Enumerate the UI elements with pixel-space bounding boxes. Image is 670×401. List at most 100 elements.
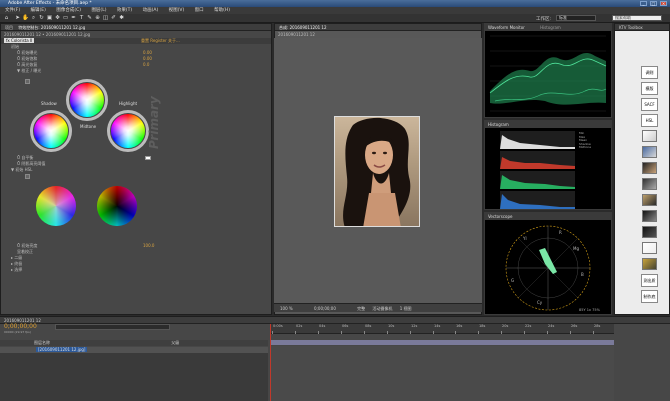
fx-row-initial-hsl[interactable]: ▼ 初始 HSL <box>1 167 271 173</box>
help-search-input[interactable]: 搜索帮助 <box>612 15 662 21</box>
menu-animation[interactable]: 动画(A) <box>143 8 159 13</box>
ruler-label: 06s <box>342 324 349 328</box>
fx-row-select[interactable]: ▸ 选择 <box>1 267 271 273</box>
vectorscope-graph: R Mg B Cy G Yl 85Y 1x 75% <box>505 225 601 312</box>
toolbox-thumb-6[interactable] <box>642 210 657 222</box>
minimize-button[interactable]: _ <box>640 1 647 6</box>
ruler-label: 16s <box>456 324 463 328</box>
ruler-tick <box>364 331 365 334</box>
brush-tool-icon[interactable]: ✎ <box>86 15 93 22</box>
toolbox-button-make[interactable]: 制作底 <box>641 290 658 303</box>
menu-window[interactable]: 窗口 <box>195 8 204 13</box>
menu-help[interactable]: 帮助(H) <box>214 8 230 13</box>
ruler-tick <box>455 331 456 334</box>
layer-name[interactable]: [201609011201 12.jpg] <box>36 347 88 352</box>
mask-tool-icon[interactable]: ▭ <box>62 15 69 22</box>
toolbox-thumb-2[interactable] <box>642 146 657 158</box>
tab-histogram-top[interactable]: Histogram <box>540 25 561 30</box>
close-button[interactable]: × <box>660 1 667 6</box>
tab-toolbox[interactable]: KTV Toolbox <box>619 25 643 30</box>
zoom-level[interactable]: 100 % <box>280 306 293 311</box>
tab-composition[interactable]: 合成: 201609011201 12 <box>279 25 327 30</box>
vector-label-g: G <box>511 278 514 283</box>
toolbox-thumb-3[interactable] <box>642 162 657 174</box>
selection-tool-icon[interactable]: ➤ <box>14 15 21 22</box>
comp-footer: 100 % 0;00;00;00 完整 活动摄像机 1 视图 <box>274 303 482 312</box>
primary-label: Primary <box>147 96 161 149</box>
fx-tabbar: 项目 特效控制台: 201609011201 12.jpg <box>1 24 271 31</box>
toolbox-thumb-5[interactable] <box>642 194 657 206</box>
layer-duration-bar[interactable] <box>270 340 614 345</box>
ruler-tick <box>410 331 411 334</box>
camera-tool-icon[interactable]: ▣ <box>46 15 53 22</box>
menu-edit[interactable]: 编辑(E) <box>31 8 46 13</box>
view-layout-select[interactable]: 1 视图 <box>400 306 412 311</box>
ruler-label: 22s <box>525 324 532 328</box>
comp-timecode[interactable]: 0;00;00;00 <box>314 306 336 311</box>
toolbox-thumb-9[interactable] <box>642 258 657 270</box>
zoom-tool-icon[interactable]: ⌕ <box>30 15 37 22</box>
roto-tool-icon[interactable]: ✐ <box>110 15 117 22</box>
histogram-blue <box>500 191 575 209</box>
time-ruler[interactable]: 0:00s 02s 04s 06s 08s 10s 12s 14s 16s 18s 20s 22s 24… <box>270 324 614 334</box>
toolbox-thumb-8[interactable] <box>642 242 657 254</box>
vectorscope-readout: 85Y 1x 75% <box>579 308 601 312</box>
menu-effect[interactable]: 效果(T) <box>117 8 132 13</box>
hsl-hue-center <box>36 186 76 226</box>
timeline-framecount: 00000 (29.97 fps) <box>4 330 31 334</box>
menu-view[interactable]: 视图(V) <box>169 8 185 13</box>
camera-select[interactable]: 活动摄像机 <box>372 306 392 311</box>
ruler-tick <box>524 331 525 334</box>
eraser-tool-icon[interactable]: ◫ <box>102 15 109 22</box>
resolution-select[interactable]: 完整 <box>357 306 365 311</box>
column-layer-name[interactable]: 图层名称 <box>34 340 50 345</box>
workspace-label: 工作区: <box>536 17 552 22</box>
toolbox-thumb-7[interactable] <box>642 226 657 238</box>
menu-file[interactable]: 文件(F) <box>5 8 20 13</box>
toolbox-button-4[interactable]: HSL <box>641 114 658 127</box>
autobalance-swatch[interactable] <box>145 156 151 160</box>
hsl-toggle[interactable] <box>25 174 30 179</box>
tab-waveform[interactable]: Waveform Monitor <box>488 25 525 30</box>
workspace-select[interactable]: 标准 <box>556 15 596 21</box>
timeline-tracks <box>270 346 614 401</box>
ruler-label: 26s <box>571 324 578 328</box>
menu-layer[interactable]: 图层(L) <box>91 8 106 13</box>
layer-row[interactable]: [201609011201 12.jpg] <box>0 347 268 353</box>
tab-vectorscope[interactable]: Vectorscope <box>485 213 611 220</box>
menu-composition[interactable]: 图像合成(C) <box>56 8 81 13</box>
timeline-search-input[interactable] <box>55 324 170 330</box>
fx-row-correction[interactable]: ▼ 校正 / 曝光 <box>1 68 271 74</box>
ruler-label: 18s <box>479 324 486 328</box>
toolbox-button-measure[interactable]: 测出质 <box>641 274 658 287</box>
maximize-button[interactable]: □ <box>650 1 657 6</box>
puppet-tool-icon[interactable]: ✱ <box>118 15 125 22</box>
tab-effect-controls[interactable]: 特效控制台: 201609011201 12.jpg <box>18 25 85 30</box>
tab-histogram[interactable]: Histogram <box>485 121 611 128</box>
colorista-effect-name[interactable]: fx Colorista II <box>4 38 35 43</box>
toolbox-button-2[interactable]: 模版 <box>641 82 658 95</box>
toolbox-button-3[interactable]: SACF <box>641 98 658 111</box>
clone-tool-icon[interactable]: ⊕ <box>94 15 101 22</box>
effect-controls-panel: 项目 特效控制台: 201609011201 12.jpg 2016090112… <box>0 23 272 315</box>
correction-toggle[interactable] <box>25 79 30 84</box>
pen-tool-icon[interactable]: ✒ <box>70 15 77 22</box>
hand-tool-icon[interactable]: ✋ <box>22 15 29 22</box>
text-tool-icon[interactable]: T <box>78 15 85 22</box>
tab-project[interactable]: 项目 <box>5 25 13 30</box>
home-tool-icon[interactable]: ⌂ <box>3 15 10 22</box>
column-parent[interactable]: 父级 <box>171 340 179 345</box>
waveform-graph <box>489 35 607 112</box>
ruler-tick <box>593 331 594 334</box>
pan-tool-icon[interactable]: ✥ <box>54 15 61 22</box>
rotate-tool-icon[interactable]: ↻ <box>38 15 45 22</box>
histogram-stats: Min Max Mean Shadow Midtone <box>579 131 592 149</box>
playhead[interactable] <box>270 324 271 401</box>
portrait-photo[interactable] <box>334 116 420 227</box>
vectorscope-panel: Vectorscope R Mg B Cy G Yl 85Y 1x 75% <box>484 212 612 315</box>
ruler-label: 0:00s <box>273 324 283 328</box>
toolbox-thumb-4[interactable] <box>642 178 657 190</box>
toolbox-thumb-1[interactable] <box>642 130 657 142</box>
timeline-timecode[interactable]: 0;00;00;00 <box>4 323 37 330</box>
toolbox-button-1[interactable]: 调则 <box>641 66 658 79</box>
